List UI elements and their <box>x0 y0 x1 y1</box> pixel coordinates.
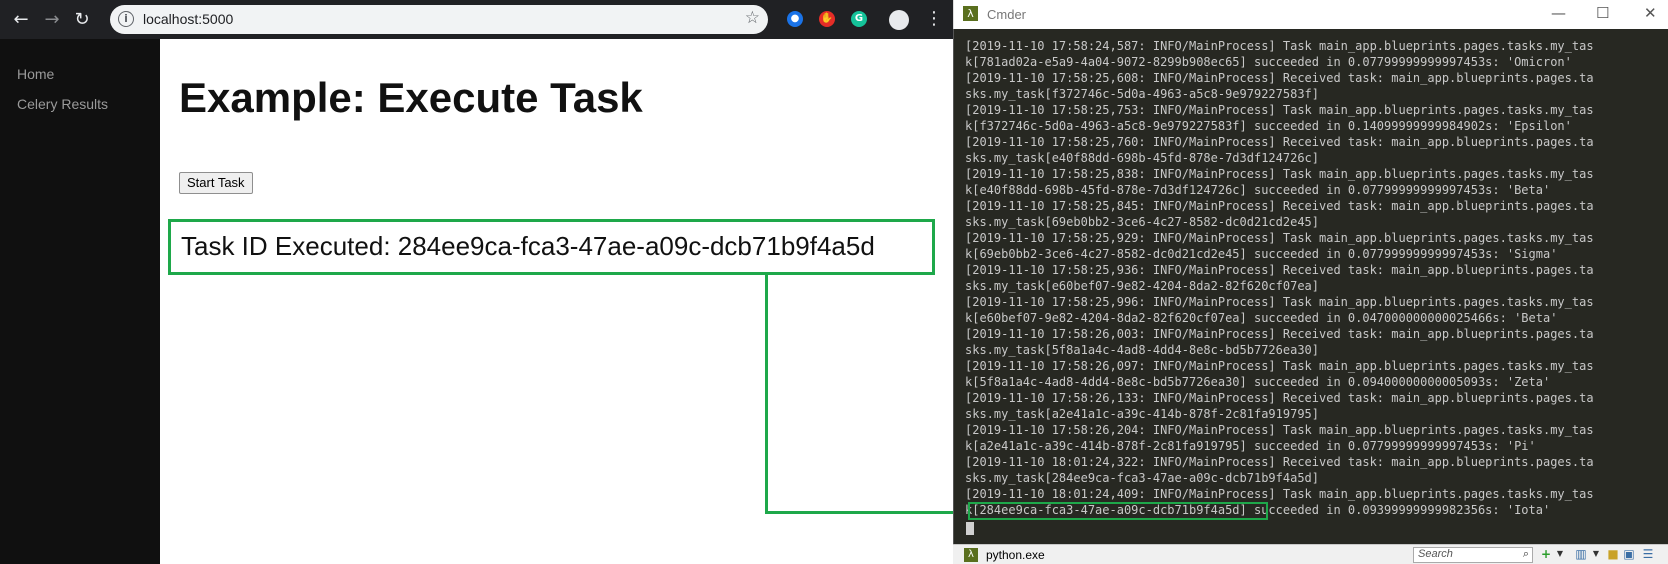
grammarly-extension-icon[interactable]: G <box>851 11 867 27</box>
cmder-statusbar: λ python.exe Search ⌕ + ▼ ▥ ▼ ■ ▣ ☰ <box>953 544 1668 564</box>
terminal-output[interactable]: k[284ee9ca-fca3-47ae-a09c-dcb71b9f4a5d] … <box>953 29 1668 544</box>
terminal-log-line: [2019-11-10 18:01:24,322: INFO/MainProce… <box>965 455 1594 469</box>
browser-toolbar: ← → ↻ i localhost:5000 ☆ ● ✋ G ⋮ <box>0 0 953 39</box>
kebab-menu-icon[interactable]: ⋮ <box>925 8 943 29</box>
terminal-log-line: [2019-11-10 17:58:26,204: INFO/MainProce… <box>965 423 1594 437</box>
terminal-log-line: k[f372746c-5d0a-4963-a5c8-9e979227583f] … <box>965 119 1572 133</box>
terminal-log-line: k[a2e41a1c-a39c-414b-878f-2c81fa919795] … <box>965 439 1536 453</box>
block-extension-icon[interactable]: ✋ <box>819 11 835 27</box>
terminal-log-line: [2019-11-10 17:58:26,003: INFO/MainProce… <box>965 327 1594 341</box>
terminal-log-line: sks.my_task[a2e41a1c-a39c-414b-878f-2c81… <box>965 407 1320 421</box>
layout-icon[interactable]: ▣ <box>1622 547 1636 561</box>
search-icon[interactable]: ⌕ <box>1523 547 1529 561</box>
terminal-log-line: [2019-11-10 17:58:25,936: INFO/MainProce… <box>965 263 1594 277</box>
cmder-titlebar: λ Cmder — ☐ ✕ <box>953 0 1668 29</box>
terminal-log-line: sks.my_task[284ee9ca-fca3-47ae-a09c-dcb7… <box>965 471 1320 485</box>
dropdown-icon[interactable]: ▼ <box>1589 547 1603 561</box>
cmder-window: λ Cmder — ☐ ✕ k[284ee9ca-fca3-47ae-a09c-… <box>953 0 1668 564</box>
maximize-icon[interactable]: ☐ <box>1596 4 1609 22</box>
console-tab[interactable]: λ python.exe <box>964 546 1074 564</box>
terminal-log-line: [2019-11-10 17:58:25,753: INFO/MainProce… <box>965 103 1594 117</box>
terminal-log-line: k[69eb0bb2-3ce6-4c27-8582-dc0d21cd2e45] … <box>965 247 1558 261</box>
sidebar-item-home[interactable]: Home <box>17 66 54 82</box>
lock-icon[interactable]: ■ <box>1606 547 1620 561</box>
cmder-title: Cmder <box>987 7 1027 22</box>
terminal-log-line: [2019-11-10 17:58:25,838: INFO/MainProce… <box>965 167 1594 181</box>
start-task-button[interactable]: Start Task <box>179 172 253 194</box>
connector-line-horizontal <box>765 511 970 514</box>
close-icon[interactable]: ✕ <box>1644 4 1657 22</box>
address-bar[interactable]: i localhost:5000 ☆ <box>110 5 768 34</box>
terminal-log-line: [2019-11-10 17:58:26,097: INFO/MainProce… <box>965 359 1594 373</box>
site-info-icon[interactable]: i <box>118 11 134 27</box>
terminal-log-line: [2019-11-10 17:58:25,608: INFO/MainProce… <box>965 71 1594 85</box>
terminal-log-line: [2019-11-10 17:58:25,929: INFO/MainProce… <box>965 231 1594 245</box>
url-text[interactable]: localhost:5000 <box>143 11 233 27</box>
terminal-log-line: k[e40f88dd-698b-45fd-878e-7d3df124726c] … <box>965 183 1551 197</box>
terminal-log-line: sks.my_task[e60bef07-9e82-4204-8da2-82f6… <box>965 279 1320 293</box>
forward-arrow-icon[interactable]: → <box>40 8 64 32</box>
terminal-log-line: [2019-11-10 17:58:25,845: INFO/MainProce… <box>965 199 1594 213</box>
terminal-log-line: [2019-11-10 17:58:26,133: INFO/MainProce… <box>965 391 1594 405</box>
main-content: Example: Execute Task Start Task Task ID… <box>160 39 953 564</box>
sidebar: Home Celery Results <box>0 39 160 564</box>
task-id-highlight <box>968 502 1268 520</box>
menu-icon[interactable]: ☰ <box>1641 547 1655 561</box>
page-viewport: Home Celery Results Example: Execute Tas… <box>0 39 953 564</box>
profile-avatar[interactable] <box>889 10 909 30</box>
reload-icon[interactable]: ↻ <box>70 8 94 32</box>
terminal-cursor <box>966 522 974 535</box>
terminal-log-line: sks.my_task[f372746c-5d0a-4963-a5c8-9e97… <box>965 87 1320 101</box>
sidebar-item-celery-results[interactable]: Celery Results <box>17 96 108 112</box>
terminal-log-line: [2019-11-10 17:58:25,760: INFO/MainProce… <box>965 135 1594 149</box>
search-placeholder: Search <box>1418 548 1453 560</box>
terminal-log-line: [2019-11-10 17:58:24,587: INFO/MainProce… <box>965 39 1594 53</box>
minimize-icon[interactable]: — <box>1551 4 1566 22</box>
terminal-log-line: k[781ad02a-e5a9-4a04-9072-8299b908ec65] … <box>965 55 1572 69</box>
star-icon[interactable]: ☆ <box>745 8 760 28</box>
terminal-log-line: [2019-11-10 18:01:24,409: INFO/MainProce… <box>965 487 1594 501</box>
terminal-log-line: sks.my_task[5f8a1a4c-4ad8-4dd4-8e8c-bd5b… <box>965 343 1320 357</box>
console-tab-label: python.exe <box>986 548 1045 562</box>
lambda-icon: λ <box>964 548 978 562</box>
new-console-icon[interactable]: + <box>1539 547 1553 561</box>
terminal-log-line: k[e60bef07-9e82-4204-8da2-82f620cf07ea] … <box>965 311 1558 325</box>
terminal-log-line: [2019-11-10 17:58:25,996: INFO/MainProce… <box>965 295 1594 309</box>
task-result-box: Task ID Executed: 284ee9ca-fca3-47ae-a09… <box>168 219 935 275</box>
search-input[interactable]: Search ⌕ <box>1413 547 1533 563</box>
back-arrow-icon[interactable]: ← <box>9 8 33 32</box>
shield-extension-icon[interactable]: ● <box>787 11 803 27</box>
lambda-icon: λ <box>963 6 978 21</box>
connector-line-vertical <box>765 275 768 514</box>
browser-window: ← → ↻ i localhost:5000 ☆ ● ✋ G ⋮ Home Ce… <box>0 0 953 564</box>
terminal-log-line: sks.my_task[e40f88dd-698b-45fd-878e-7d3d… <box>965 151 1320 165</box>
terminal-log-line: k[5f8a1a4c-4ad8-4dd4-8e8c-bd5b7726ea30] … <box>965 375 1551 389</box>
terminal-log-line: sks.my_task[69eb0bb2-3ce6-4c27-8582-dc0d… <box>965 215 1320 229</box>
page-title: Example: Execute Task <box>179 74 643 121</box>
split-view-icon[interactable]: ▥ <box>1574 547 1588 561</box>
dropdown-icon[interactable]: ▼ <box>1553 547 1567 561</box>
task-id-text: Task ID Executed: 284ee9ca-fca3-47ae-a09… <box>181 231 875 261</box>
